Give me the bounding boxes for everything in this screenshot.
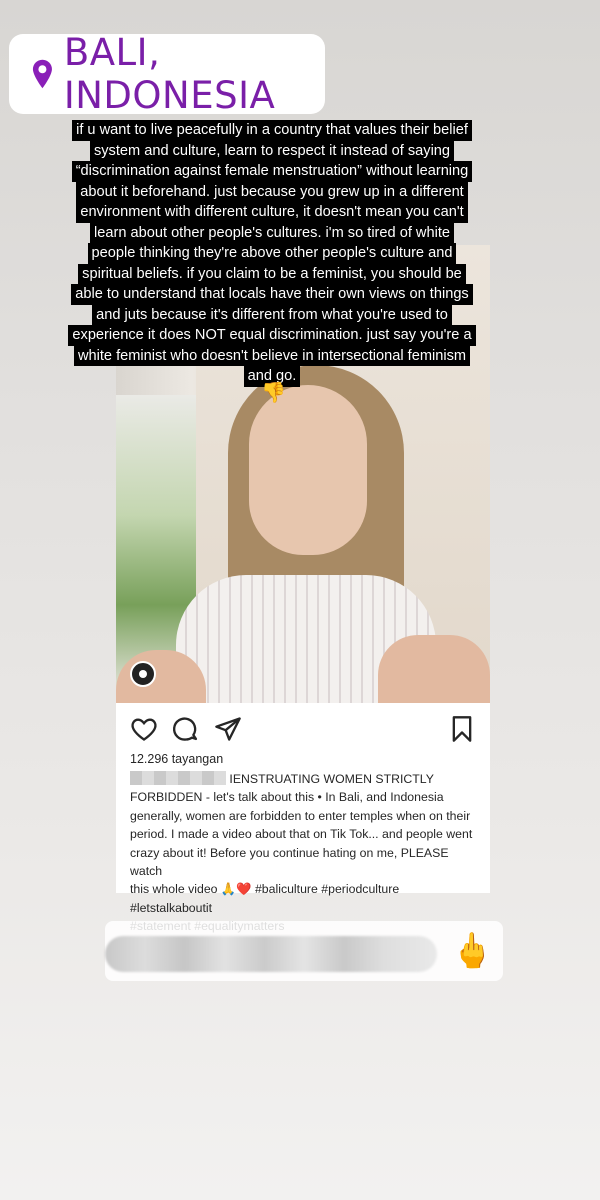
description-headline: IENSTRUATING WOMEN STRICTLY [229, 772, 434, 786]
send-icon[interactable] [214, 715, 242, 743]
caption-line: able to understand that locals have thei… [71, 284, 473, 305]
description-line: IENSTRUATING WOMEN STRICTLY [130, 770, 480, 788]
caption-line: if u want to live peacefully in a countr… [72, 120, 472, 141]
description-line: crazy about it! Before you continue hati… [130, 845, 449, 879]
post-description: IENSTRUATING WOMEN STRICTLY FORBIDDEN - … [130, 770, 480, 936]
location-text: BALI, INDONESIA [63, 31, 276, 117]
caption-line: and juts because it's different from wha… [92, 304, 452, 325]
caption-line: learn about other people's cultures. i'm… [89, 222, 454, 243]
igtv-icon [130, 661, 156, 687]
description-line: FORBIDDEN - let's talk about this • In B… [130, 790, 444, 805]
location-sticker[interactable]: BALI, INDONESIA [9, 31, 325, 117]
reply-bar[interactable]: 🖕 [105, 921, 503, 981]
story-caption: if u want to live peacefully in a countr… [66, 120, 478, 387]
person-face [249, 385, 367, 555]
heart-icon[interactable] [130, 715, 158, 743]
comment-icon[interactable] [172, 715, 200, 743]
post-actions [130, 715, 476, 743]
caption-line: experience it does NOT equal discriminat… [68, 325, 476, 346]
person-hand-right [378, 635, 490, 703]
pray-heart-emoji: 🙏❤️ [220, 882, 252, 897]
caption-line: people thinking they're above other peop… [87, 243, 457, 264]
caption-line: “discrimination against female menstruat… [71, 161, 473, 182]
caption-line: white feminist who doesn't believe in in… [73, 345, 471, 366]
bookmark-icon[interactable] [448, 715, 476, 743]
description-line: this whole video 🙏❤️ #baliculture #perio… [130, 882, 400, 915]
middle-finger-emoji: 🖕 [451, 932, 494, 970]
caption-line: environment with different culture, it d… [76, 202, 468, 223]
caption-line: system and culture, learn to respect it … [89, 140, 455, 161]
thumbs-down-emoji: 👎 [261, 382, 286, 404]
location-pin-icon [32, 59, 52, 89]
redacted-username [130, 771, 226, 785]
view-count[interactable]: 12.296 tayangan [130, 752, 223, 766]
caption-line: about it beforehand. just because you gr… [76, 181, 468, 202]
caption-line: spiritual beliefs. if you claim to be a … [78, 263, 466, 284]
description-line: period. I made a video about that on Tik… [130, 827, 473, 842]
blurred-comment [105, 936, 437, 972]
description-line: generally, women are forbidden to enter … [130, 808, 471, 823]
